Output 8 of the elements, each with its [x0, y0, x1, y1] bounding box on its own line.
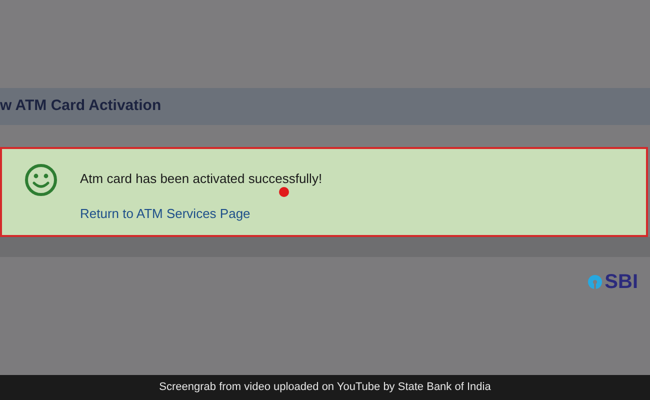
cursor-icon	[279, 187, 289, 197]
caption-text: Screengrab from video uploaded on YouTube by State Bank of India	[159, 380, 491, 396]
success-message: Atm card has been activated successfully!	[80, 170, 322, 188]
return-link[interactable]: Return to ATM Services Page	[80, 204, 250, 223]
logo-text: SBI	[604, 270, 638, 295]
page-heading: w ATM Card Activation	[0, 96, 162, 116]
logo-icon	[586, 274, 603, 290]
smiley-icon	[24, 163, 58, 197]
